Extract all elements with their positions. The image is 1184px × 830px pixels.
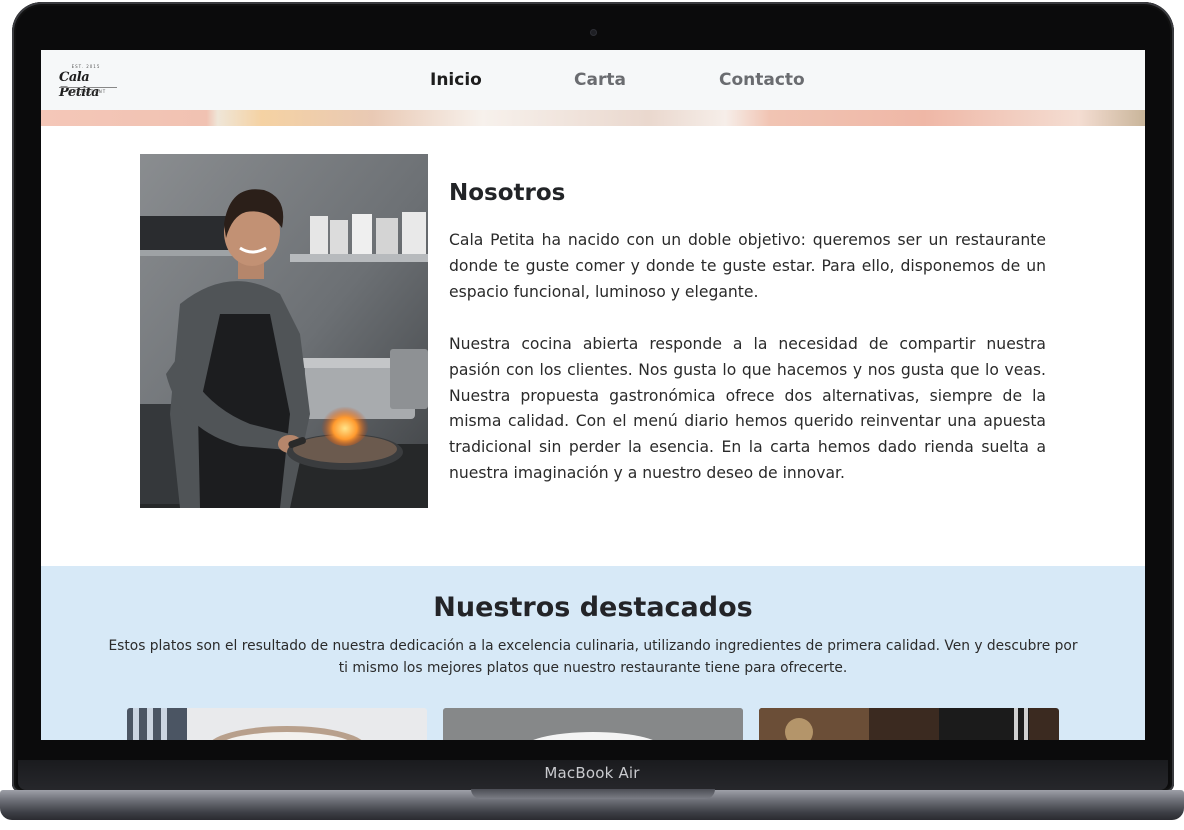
featured-description: Estos platos son el resultado de nuestra… <box>108 638 1078 676</box>
nav-link-contacto[interactable]: Contacto <box>719 70 805 90</box>
logo-name: Cala Petita <box>59 70 100 100</box>
dish-card-1[interactable] <box>127 708 427 740</box>
about-title: Nosotros <box>449 180 566 206</box>
featured-section: Nuestros destacados Estos platos son el … <box>41 566 1145 740</box>
camera-icon <box>590 29 597 36</box>
dish-card-2[interactable] <box>443 708 743 740</box>
laptop-notch <box>471 789 715 799</box>
logo-sub-text: RESTAURANT <box>69 89 107 94</box>
nav-link-carta[interactable]: Carta <box>574 70 626 90</box>
site-logo[interactable]: EST. 2015 Cala Petita RESTAURANT <box>55 64 125 100</box>
chef-photo <box>140 154 428 508</box>
featured-title: Nuestros destacados <box>433 592 753 623</box>
logo-top-text: EST. 2015 <box>71 64 101 69</box>
browser-viewport: EST. 2015 Cala Petita RESTAURANT Inicio … <box>41 50 1145 740</box>
device-label: MacBook Air <box>544 764 640 782</box>
nav-link-inicio[interactable]: Inicio <box>430 70 482 90</box>
site-navbar: EST. 2015 Cala Petita RESTAURANT Inicio … <box>41 50 1145 110</box>
dish-card-3[interactable] <box>759 708 1059 740</box>
logo-rule <box>59 87 117 88</box>
about-paragraph-1: Cala Petita ha nacido con un doble objet… <box>449 231 1046 301</box>
hero-image-strip <box>41 110 1145 126</box>
about-paragraph-2: Nuestra cocina abierta responde a la nec… <box>449 335 1046 482</box>
